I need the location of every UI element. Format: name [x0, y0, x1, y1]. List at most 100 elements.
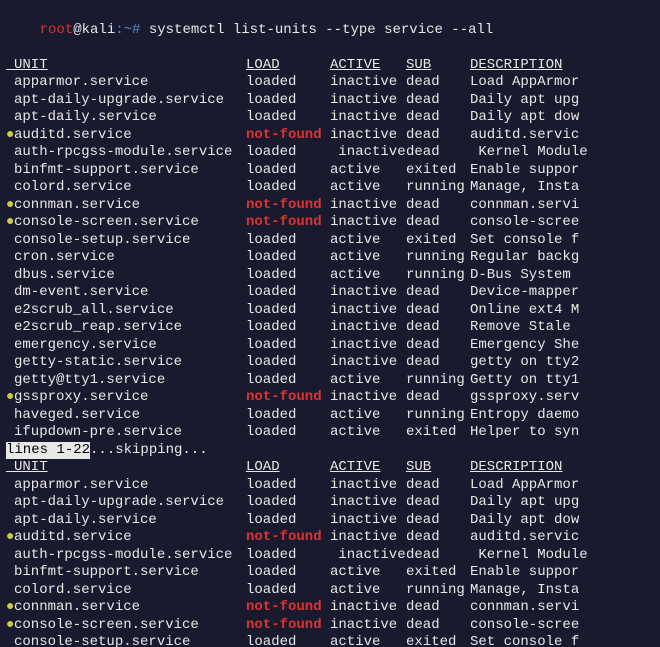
unit-name: getty@tty1.service [14, 372, 246, 390]
table-row: binfmt-support.serviceloadedactiveexited… [6, 564, 654, 582]
description: Set console f [470, 232, 654, 250]
header-unit: UNIT [14, 57, 246, 75]
table-row: getty-static.serviceloadedinactivedeadge… [6, 354, 654, 372]
status-bullet-icon [6, 302, 14, 320]
description: Device-mapper [470, 284, 654, 302]
sub-status: dead [406, 284, 470, 302]
sub-status: exited [406, 162, 470, 180]
active-status: inactive [330, 302, 406, 320]
active-status: inactive [330, 197, 406, 215]
sub-status: dead [406, 389, 470, 407]
description: Entropy daemo [470, 407, 654, 425]
load-status: loaded [246, 354, 330, 372]
status-bullet-icon [6, 424, 14, 442]
load-status: not-found [246, 214, 330, 232]
status-bullet-icon [6, 582, 14, 600]
table-row: e2scrub_reap.serviceloadedinactivedeadRe… [6, 319, 654, 337]
unit-name: auditd.service [14, 529, 246, 547]
unit-name: console-setup.service [14, 232, 246, 250]
table-row: getty@tty1.serviceloadedactiverunningGet… [6, 372, 654, 390]
description: connman.servi [470, 197, 654, 215]
unit-name: haveged.service [14, 407, 246, 425]
service-list-1: apparmor.serviceloadedinactivedeadLoad A… [6, 74, 654, 442]
active-status: inactive [330, 547, 406, 565]
sub-status: running [406, 179, 470, 197]
load-status: loaded [246, 512, 330, 530]
description: Daily apt dow [470, 109, 654, 127]
table-row: ●console-screen.servicenot-foundinactive… [6, 617, 654, 635]
unit-name: apt-daily-upgrade.service [14, 92, 246, 110]
sub-status: dead [406, 547, 470, 565]
sub-status: exited [406, 564, 470, 582]
sub-status: dead [406, 144, 470, 162]
table-row: apt-daily-upgrade.serviceloadedinactived… [6, 494, 654, 512]
unit-name: getty-static.service [14, 354, 246, 372]
table-header-2: UNITLOADACTIVESUBDESCRIPTION [6, 459, 654, 477]
status-bullet-icon [6, 547, 14, 565]
active-status: inactive [330, 337, 406, 355]
status-bullet-icon: ● [6, 617, 14, 635]
service-list-2: apparmor.serviceloadedinactivedeadLoad A… [6, 477, 654, 647]
load-status: loaded [246, 92, 330, 110]
table-row: colord.serviceloadedactiverunningManage,… [6, 179, 654, 197]
active-status: inactive [330, 512, 406, 530]
unit-name: ifupdown-pre.service [14, 424, 246, 442]
sub-status: exited [406, 424, 470, 442]
prompt-line: root@kali:~# systemctl list-units --type… [6, 4, 654, 57]
status-bullet-icon [6, 372, 14, 390]
status-bullet-icon [6, 232, 14, 250]
active-status: active [330, 249, 406, 267]
description: Load AppArmor [470, 477, 654, 495]
table-row: binfmt-support.serviceloadedactiveexited… [6, 162, 654, 180]
header-active: ACTIVE [330, 57, 406, 75]
sub-status: dead [406, 512, 470, 530]
header-description: DESCRIPTION [470, 459, 562, 477]
active-status: inactive [330, 354, 406, 372]
active-status: inactive [330, 529, 406, 547]
description: Remove Stale [470, 319, 654, 337]
description: gssproxy.serv [470, 389, 654, 407]
table-row: apt-daily-upgrade.serviceloadedinactived… [6, 92, 654, 110]
unit-name: console-screen.service [14, 214, 246, 232]
description: D-Bus System [470, 267, 654, 285]
unit-name: console-screen.service [14, 617, 246, 635]
table-row: ●console-screen.servicenot-foundinactive… [6, 214, 654, 232]
load-status: loaded [246, 267, 330, 285]
table-row: apt-daily.serviceloadedinactivedeadDaily… [6, 109, 654, 127]
description: connman.servi [470, 599, 654, 617]
sub-status: dead [406, 74, 470, 92]
table-row: ●connman.servicenot-foundinactivedeadcon… [6, 197, 654, 215]
status-bullet-icon: ● [6, 214, 14, 232]
description: Enable suppor [470, 162, 654, 180]
description: Daily apt upg [470, 92, 654, 110]
load-status: loaded [246, 424, 330, 442]
load-status: loaded [246, 634, 330, 647]
header-sub: SUB [406, 57, 470, 75]
table-row: ifupdown-pre.serviceloadedactiveexitedHe… [6, 424, 654, 442]
status-bullet-icon [6, 564, 14, 582]
load-status: loaded [246, 372, 330, 390]
status-bullet-icon: ● [6, 599, 14, 617]
load-status: loaded [246, 407, 330, 425]
load-status: not-found [246, 529, 330, 547]
active-status: active [330, 407, 406, 425]
unit-name: apparmor.service [14, 74, 246, 92]
active-status: active [330, 179, 406, 197]
unit-name: binfmt-support.service [14, 564, 246, 582]
table-row: console-setup.serviceloadedactiveexitedS… [6, 634, 654, 647]
unit-name: gssproxy.service [14, 389, 246, 407]
load-status: loaded [246, 249, 330, 267]
unit-name: dm-event.service [14, 284, 246, 302]
unit-name: apt-daily-upgrade.service [14, 494, 246, 512]
load-status: loaded [246, 564, 330, 582]
status-bullet-icon [6, 144, 14, 162]
table-row: ●auditd.servicenot-foundinactivedeadaudi… [6, 127, 654, 145]
status-bullet-icon [6, 162, 14, 180]
unit-name: connman.service [14, 599, 246, 617]
table-row: dbus.serviceloadedactiverunningD-Bus Sys… [6, 267, 654, 285]
status-bullet-icon [6, 319, 14, 337]
unit-name: dbus.service [14, 267, 246, 285]
description: Online ext4 M [470, 302, 654, 320]
prompt-at: @ [73, 22, 81, 38]
terminal[interactable]: root@kali:~# systemctl list-units --type… [0, 0, 660, 647]
